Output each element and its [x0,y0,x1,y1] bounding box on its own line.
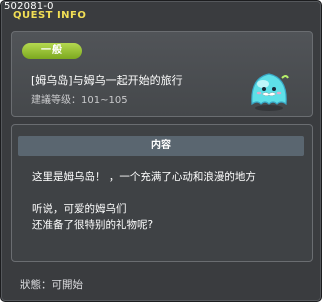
quest-category-badge: 一般 [22,43,82,59]
description-line: 还准备了很特别的礼物呢? [32,219,154,231]
quest-description: 这里是姆乌岛！ ，一个充满了心动和浪漫的地方 听说，可爱的姆乌们 还准备了很特别… [32,169,256,249]
quest-content-panel: 内容 这里是姆乌岛！ ，一个充满了心动和浪漫的地方 听说，可爱的姆乌们 还准备了… [11,124,313,262]
description-paragraph-1: 这里是姆乌岛！ ，一个充满了心动和浪漫的地方 [32,169,256,185]
quest-level-requirement: 建議等级：101~105 [31,95,128,106]
description-line: 听说，可爱的姆乌们 [32,203,127,215]
quest-name: [姆乌岛]与姆乌一起开始的旅行 [31,74,183,87]
quest-info-window: 502081-0 QUEST INFO 一般 [姆乌岛]与姆乌一起开始的旅行 建… [0,0,322,302]
description-line: 这里是姆乌岛！ ，一个充满了心动和浪漫的地方 [32,171,256,183]
content-header: 内容 [18,136,304,156]
quest-status: 狀態：可開始 [20,279,83,291]
slime-mascot-icon [251,73,289,111]
description-paragraph-2: 听说，可爱的姆乌们 还准备了很特别的礼物呢? [32,201,256,233]
quest-summary-card: 一般 [姆乌岛]与姆乌一起开始的旅行 建議等级：101~105 [11,31,313,117]
window-title: QUEST INFO [13,10,87,21]
